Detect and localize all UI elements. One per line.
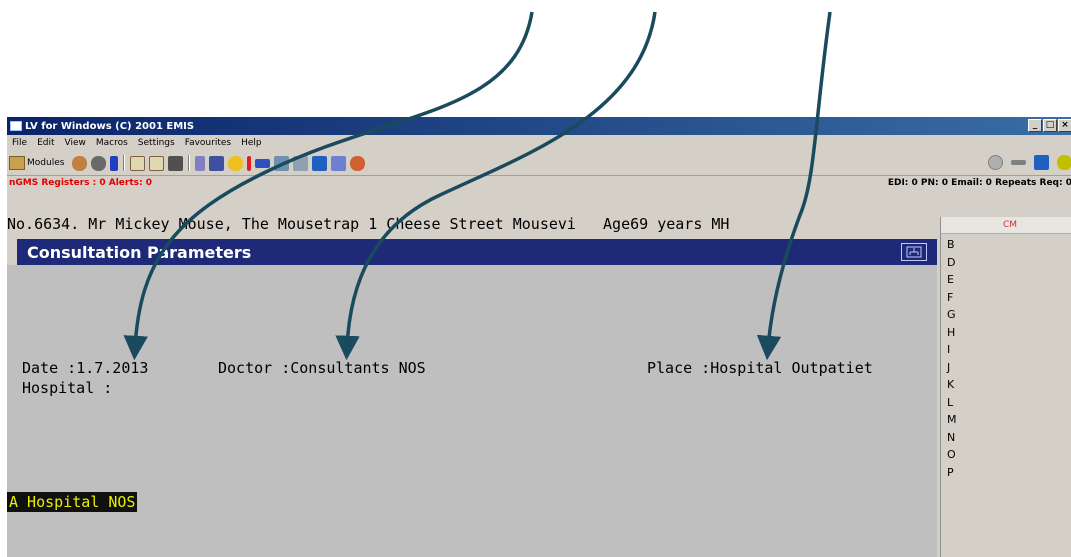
- registers-alerts-status[interactable]: nGMS Registers : 0 Alerts: 0: [9, 178, 152, 188]
- menu-file[interactable]: File: [7, 138, 32, 148]
- letter-h[interactable]: H: [947, 324, 1071, 342]
- card-icon[interactable]: [255, 158, 271, 168]
- syringe-icon[interactable]: [195, 155, 206, 171]
- help-icon[interactable]: [1057, 155, 1071, 170]
- window-title: LV for Windows (C) 2001 EMIS: [25, 120, 195, 132]
- toolbar: Modules: [7, 151, 1071, 176]
- hospital-selection[interactable]: A Hospital NOS: [7, 492, 138, 512]
- place-label: Place :: [647, 359, 711, 377]
- paste-icon[interactable]: [149, 155, 165, 171]
- modules-label: Modules: [27, 158, 65, 168]
- screen-icon[interactable]: [312, 155, 328, 171]
- app-window: LV for Windows (C) 2001 EMIS _ □ × File …: [6, 117, 1071, 557]
- chart-icon[interactable]: [350, 155, 366, 171]
- letter-o[interactable]: O: [947, 446, 1071, 464]
- letter-e[interactable]: E: [947, 271, 1071, 289]
- letter-m[interactable]: M: [947, 411, 1071, 429]
- users-icon[interactable]: [72, 155, 88, 171]
- back-arrow-icon[interactable]: [1011, 160, 1026, 165]
- doctor-field[interactable]: Doctor :Consultants NOS: [218, 359, 426, 377]
- save-icon[interactable]: [1034, 155, 1049, 170]
- monitor-icon[interactable]: [293, 155, 309, 171]
- date-field[interactable]: Date :1.7.2013: [22, 359, 148, 377]
- letter-j[interactable]: J: [947, 359, 1071, 377]
- flask-icon[interactable]: [209, 155, 225, 171]
- alphabet-sidebar: CM B D E F G H I J K L M N O P: [940, 217, 1071, 557]
- doctor-value[interactable]: Consultants NOS: [290, 359, 425, 377]
- app-icon: [10, 121, 22, 131]
- panel-title: Consultation Parameters: [27, 242, 252, 262]
- letter-f[interactable]: F: [947, 289, 1071, 307]
- title-bar[interactable]: LV for Windows (C) 2001 EMIS _ □ ×: [7, 117, 1071, 135]
- letter-l[interactable]: L: [947, 394, 1071, 412]
- doctor-label: Doctor :: [218, 359, 291, 377]
- minimize-button[interactable]: _: [1028, 119, 1042, 132]
- menu-help[interactable]: Help: [236, 138, 267, 148]
- close-button[interactable]: ×: [1058, 119, 1071, 132]
- letter-b[interactable]: B: [947, 236, 1071, 254]
- menu-favourites[interactable]: Favourites: [180, 138, 236, 148]
- alert-icon[interactable]: [247, 155, 252, 171]
- menu-settings[interactable]: Settings: [133, 138, 180, 148]
- letter-k[interactable]: K: [947, 376, 1071, 394]
- document-icon[interactable]: [331, 155, 347, 171]
- book-icon[interactable]: [110, 155, 119, 171]
- menu-macros[interactable]: Macros: [91, 138, 133, 148]
- date-label: Date :: [22, 359, 77, 377]
- letter-g[interactable]: G: [947, 306, 1071, 324]
- modules-button[interactable]: Modules: [9, 156, 64, 170]
- place-value[interactable]: Hospital Outpatiet: [710, 359, 873, 377]
- hospital-field[interactable]: Hospital :: [22, 379, 121, 397]
- globe-icon[interactable]: [91, 155, 107, 171]
- stop-icon[interactable]: [988, 155, 1003, 170]
- messages-status: EDI: 0 PN: 0 Email: 0 Repeats Req: 0: [887, 178, 1071, 188]
- menu-bar: File Edit View Macros Settings Favourite…: [7, 135, 1071, 151]
- people-icon[interactable]: [274, 155, 290, 171]
- letter-i[interactable]: I: [947, 341, 1071, 359]
- hierarchy-icon: [906, 246, 922, 258]
- sidebar-header[interactable]: CM: [941, 217, 1071, 234]
- menu-view[interactable]: View: [60, 138, 91, 148]
- letter-d[interactable]: D: [947, 254, 1071, 272]
- panel-options-button[interactable]: [901, 243, 927, 261]
- maximize-button[interactable]: □: [1043, 119, 1057, 132]
- printer-icon[interactable]: [168, 155, 184, 171]
- menu-edit[interactable]: Edit: [32, 138, 59, 148]
- toolbar-right: [986, 155, 1071, 170]
- star-icon[interactable]: [228, 155, 244, 171]
- letter-p[interactable]: P: [947, 464, 1071, 482]
- letter-n[interactable]: N: [947, 429, 1071, 447]
- consultation-form: Date :1.7.2013 Doctor :Consultants NOS P…: [7, 265, 937, 557]
- place-field[interactable]: Place :Hospital Outpatiet: [647, 359, 873, 377]
- window-controls: _ □ ×: [1028, 119, 1071, 132]
- date-value[interactable]: 1.7.2013: [76, 359, 148, 377]
- modules-icon: [9, 156, 25, 170]
- hospital-label: Hospital :: [22, 379, 113, 397]
- patient-banner: No.6634. Mr Mickey Mouse, The Mousetrap …: [7, 213, 937, 235]
- status-bar: nGMS Registers : 0 Alerts: 0 EDI: 0 PN: …: [7, 176, 1071, 190]
- letter-index: B D E F G H I J K L M N O P: [941, 234, 1071, 481]
- panel-header: Consultation Parameters: [17, 239, 937, 265]
- copy-icon[interactable]: [130, 155, 146, 171]
